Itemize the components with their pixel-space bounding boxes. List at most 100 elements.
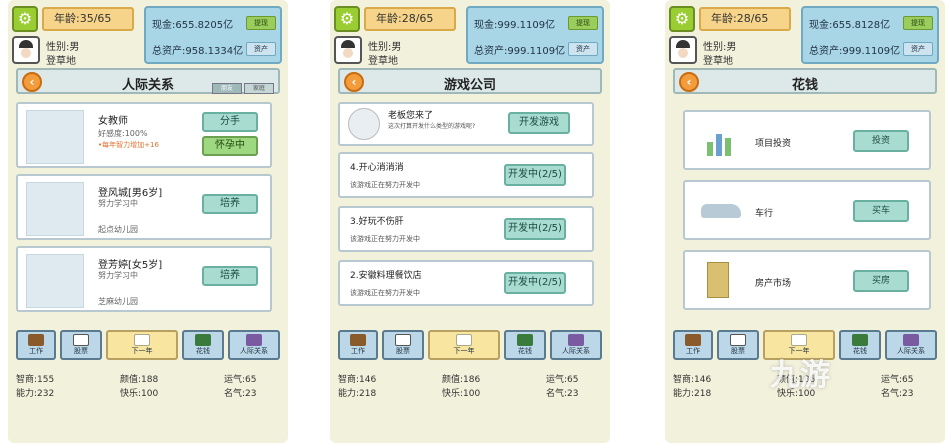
avatar[interactable] — [669, 36, 697, 64]
stat-iq: 智商:155 — [16, 375, 55, 385]
game-name: 3.好玩不伤肝 — [350, 217, 404, 227]
bottom-toolbar: 工作 股票 下一年 花钱 人际关系 — [338, 330, 602, 360]
bottom-toolbar: 工作 股票 下一年 花钱 人际关系 — [16, 330, 280, 360]
gender-label: 性别:男 — [46, 42, 80, 53]
invest-button[interactable]: 投资 — [853, 130, 909, 152]
status-header: ⚙ 年龄:28/65 性别:男 登草地 现金:655.8128亿 提现 总资产:… — [665, 0, 945, 70]
page-title: 花钱 — [791, 78, 818, 93]
work-button[interactable]: 工作 — [16, 330, 56, 360]
game-name: 4.开心消消消 — [350, 163, 404, 173]
gender-label: 性别:男 — [703, 42, 737, 53]
money-icon — [195, 334, 211, 346]
relation-status: 努力学习中 — [98, 199, 138, 208]
game-name: 2.安徽料理餐饮店 — [350, 271, 422, 281]
list-item: 3.好玩不伤肝 该游戏正在努力开发中 开发中(2/5) — [338, 206, 594, 252]
building-icon — [707, 262, 729, 298]
stocks-button[interactable]: 股票 — [60, 330, 102, 360]
gear-icon[interactable]: ⚙ — [334, 6, 360, 32]
developing-button[interactable]: 开发中(2/5) — [504, 272, 566, 294]
teacher-avatar — [26, 110, 84, 164]
watermark-logo: 九游 — [770, 358, 830, 393]
avatar[interactable] — [12, 36, 40, 64]
page-title: 游戏公司 — [443, 78, 496, 93]
stats-panel: 智商:155 能力:232 颜值:188 快乐:100 运气:65 名气:23 — [16, 368, 280, 402]
cash-button[interactable]: 提现 — [246, 16, 276, 30]
list-item: 4.开心消消消 该游戏正在努力开发中 开发中(2/5) — [338, 152, 594, 198]
buy-house-button[interactable]: 买房 — [853, 270, 909, 292]
relation-name: 女教师 — [98, 116, 128, 127]
cash-label: 现金:999.1109亿 — [474, 20, 556, 31]
status-header: ⚙ 年龄:35/65 性别:男 登草地 现金:655.8205亿 提现 总资产:… — [8, 0, 288, 70]
list-item: 登芳婷[女5岁] 努力学习中 芝麻幼儿园 培养 — [16, 246, 272, 312]
bar-chart-icon — [705, 126, 735, 156]
pregnant-button[interactable]: 怀孕中 — [202, 136, 258, 156]
relations-button[interactable]: 人际关系 — [228, 330, 280, 360]
relation-name: 登风城[男6岁] — [98, 188, 163, 199]
work-button[interactable]: 工作 — [338, 330, 378, 360]
relations-list: 女教师 好感度:100% •每年智力增加+16 分手 怀孕中 登风城[男6岁] … — [16, 96, 280, 324]
title-bar: ‹ 游戏公司 — [338, 68, 602, 94]
list-item: 项目投资 投资 — [683, 110, 931, 170]
breakup-button[interactable]: 分手 — [202, 112, 258, 132]
game-status: 该游戏正在努力开发中 — [350, 235, 420, 243]
spend-list: 项目投资 投资 车行 买车 房产市场 买房 — [673, 96, 937, 324]
spend-button[interactable]: 花钱 — [504, 330, 546, 360]
stat-iq: 智商:146 — [338, 375, 377, 385]
tab-family[interactable]: 家庭 — [244, 83, 274, 94]
panel-game-company: ⚙ 年龄:28/65 性别:男 登草地 现金:999.1109亿 提现 总资产:… — [330, 0, 610, 443]
cash-label: 现金:655.8205亿 — [152, 20, 234, 31]
avatar[interactable] — [334, 36, 362, 64]
tab-friends[interactable]: 朋友 — [212, 83, 242, 94]
relation-school: 起点幼儿园 — [98, 225, 138, 234]
stocks-button[interactable]: 股票 — [382, 330, 424, 360]
briefcase-icon — [350, 334, 366, 346]
panel-relations: ⚙ 年龄:35/65 性别:男 登草地 现金:655.8205亿 提现 总资产:… — [8, 0, 288, 443]
stat-face: 颜值:188 — [120, 375, 159, 385]
relations-button[interactable]: 人际关系 — [550, 330, 602, 360]
buy-car-button[interactable]: 买车 — [853, 200, 909, 222]
age-label: 年龄:35/65 — [42, 7, 134, 31]
next-year-button[interactable]: 下一年 — [428, 330, 500, 360]
spend-button[interactable]: 花钱 — [182, 330, 224, 360]
work-button[interactable]: 工作 — [673, 330, 713, 360]
next-year-button[interactable]: 下一年 — [106, 330, 178, 360]
stat-ability: 能力:218 — [338, 389, 377, 399]
game-status: 该游戏正在努力开发中 — [350, 181, 420, 189]
stat-happy: 快乐:100 — [442, 389, 481, 399]
place-label: 登草地 — [703, 56, 733, 67]
gear-icon[interactable]: ⚙ — [669, 6, 695, 32]
list-item: 女教师 好感度:100% •每年智力增加+16 分手 怀孕中 — [16, 102, 272, 168]
assets-button[interactable]: 资产 — [568, 42, 598, 56]
gear-icon[interactable]: ⚙ — [12, 6, 38, 32]
assets-button[interactable]: 资产 — [246, 42, 276, 56]
age-label: 年龄:28/65 — [364, 7, 456, 31]
cash-button[interactable]: 提现 — [568, 16, 598, 30]
developing-button[interactable]: 开发中(2/5) — [504, 164, 566, 186]
develop-game-button[interactable]: 开发游戏 — [508, 112, 570, 134]
assets-label: 总资产:999.1109亿 — [474, 46, 566, 57]
spend-label: 车行 — [755, 209, 774, 219]
calendar-icon — [791, 334, 807, 346]
boss-greeting: 老板您来了 — [388, 111, 434, 121]
developing-button[interactable]: 开发中(2/5) — [504, 218, 566, 240]
relation-name: 登芳婷[女5岁] — [98, 260, 163, 271]
assets-button[interactable]: 资产 — [903, 42, 933, 56]
briefcase-icon — [28, 334, 44, 346]
money-icon — [852, 334, 868, 346]
boss-avatar — [348, 108, 380, 140]
stocks-button[interactable]: 股票 — [717, 330, 759, 360]
stats-panel: 智商:146 能力:218 颜值:186 快乐:100 运气:65 名气:23 — [338, 368, 602, 402]
train-button[interactable]: 培养 — [202, 266, 258, 286]
people-icon — [246, 334, 262, 346]
title-bar: ‹ 人际关系 朋友 家庭 — [16, 68, 280, 94]
train-button[interactable]: 培养 — [202, 194, 258, 214]
stat-luck: 运气:65 — [224, 375, 257, 385]
stat-ability: 能力:232 — [16, 389, 55, 399]
cash-button[interactable]: 提现 — [903, 16, 933, 30]
money-icon — [517, 334, 533, 346]
list-item: 2.安徽料理餐饮店 该游戏正在努力开发中 开发中(2/5) — [338, 260, 594, 306]
stat-fame: 名气:23 — [546, 389, 579, 399]
chart-icon — [73, 334, 89, 346]
spend-label: 房产市场 — [755, 279, 792, 289]
calendar-icon — [456, 334, 472, 346]
